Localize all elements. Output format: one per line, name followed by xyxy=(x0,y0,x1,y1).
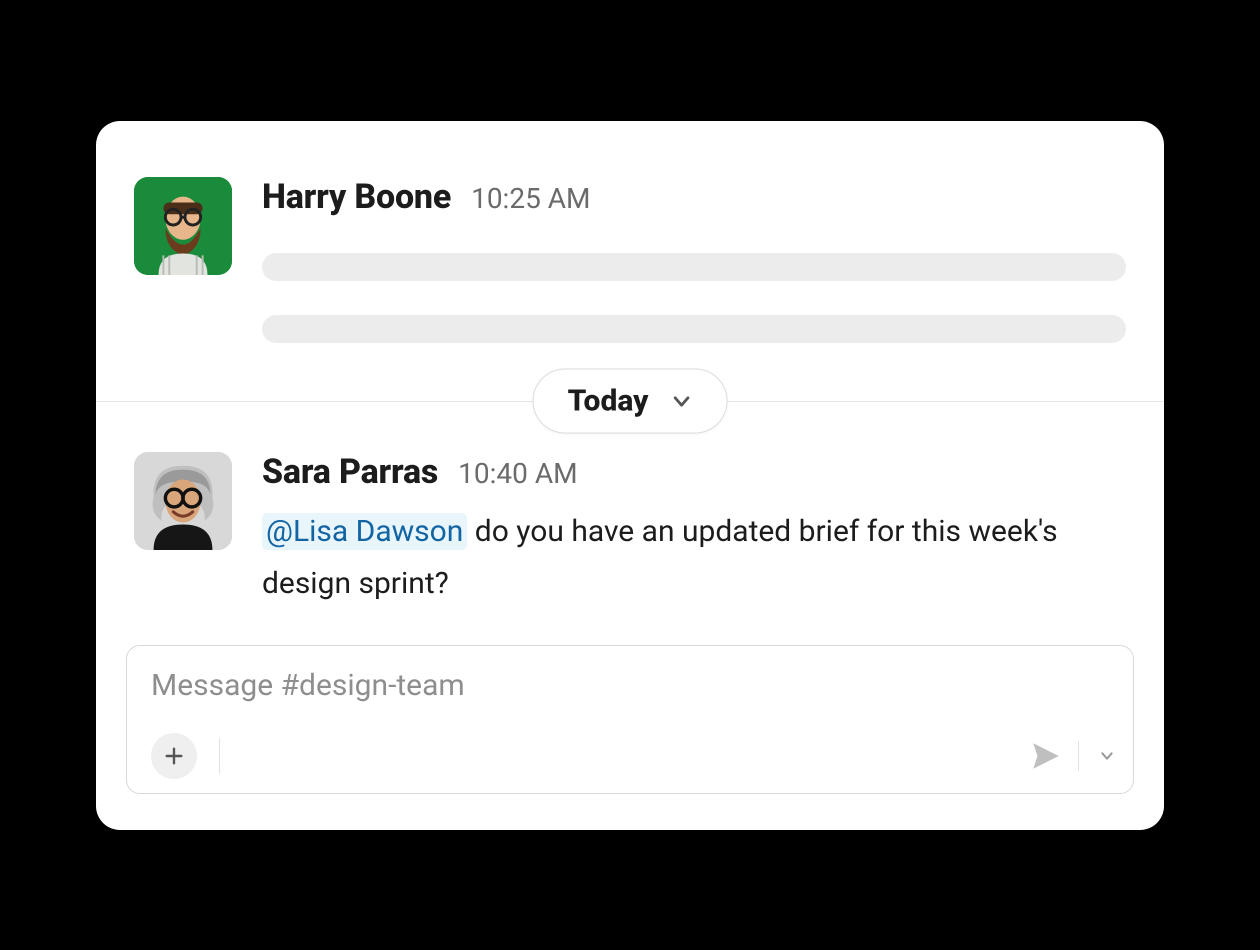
message: Harry Boone 10:25 AM xyxy=(126,177,1134,343)
message-time: 10:25 AM xyxy=(471,182,590,215)
date-divider: Today xyxy=(126,401,1134,402)
sender-name[interactable]: Harry Boone xyxy=(262,177,451,217)
avatar-illustration xyxy=(134,452,232,550)
avatar-illustration xyxy=(134,177,232,275)
user-mention[interactable]: @Lisa Dawson xyxy=(262,513,467,550)
chevron-down-icon xyxy=(670,390,692,412)
send-button[interactable] xyxy=(1028,738,1064,774)
plus-icon xyxy=(163,745,185,767)
toolbar-separator xyxy=(1078,741,1079,771)
message-composer[interactable]: Message #design-team xyxy=(126,645,1134,794)
send-options-button[interactable] xyxy=(1097,746,1117,766)
date-pill[interactable]: Today xyxy=(533,369,728,434)
message-placeholder-line xyxy=(262,315,1126,343)
avatar[interactable] xyxy=(134,177,232,275)
composer-toolbar xyxy=(151,733,1117,779)
message-body: Sara Parras 10:40 AM @Lisa Dawson do you… xyxy=(262,452,1126,611)
message-placeholder-line xyxy=(262,253,1126,281)
send-icon xyxy=(1029,739,1063,773)
message-time: 10:40 AM xyxy=(458,457,577,490)
date-label: Today xyxy=(568,384,649,419)
message-body: Harry Boone 10:25 AM xyxy=(262,177,1126,343)
toolbar-separator xyxy=(219,738,220,774)
attach-button[interactable] xyxy=(151,733,197,779)
avatar[interactable] xyxy=(134,452,232,550)
composer-placeholder: Message #design-team xyxy=(151,668,1117,703)
chevron-down-icon xyxy=(1099,748,1115,764)
message: Sara Parras 10:40 AM @Lisa Dawson do you… xyxy=(126,452,1134,611)
message-text: @Lisa Dawson do you have an updated brie… xyxy=(262,506,1126,611)
chat-panel: Harry Boone 10:25 AM Today xyxy=(96,121,1164,830)
sender-name[interactable]: Sara Parras xyxy=(262,452,438,492)
